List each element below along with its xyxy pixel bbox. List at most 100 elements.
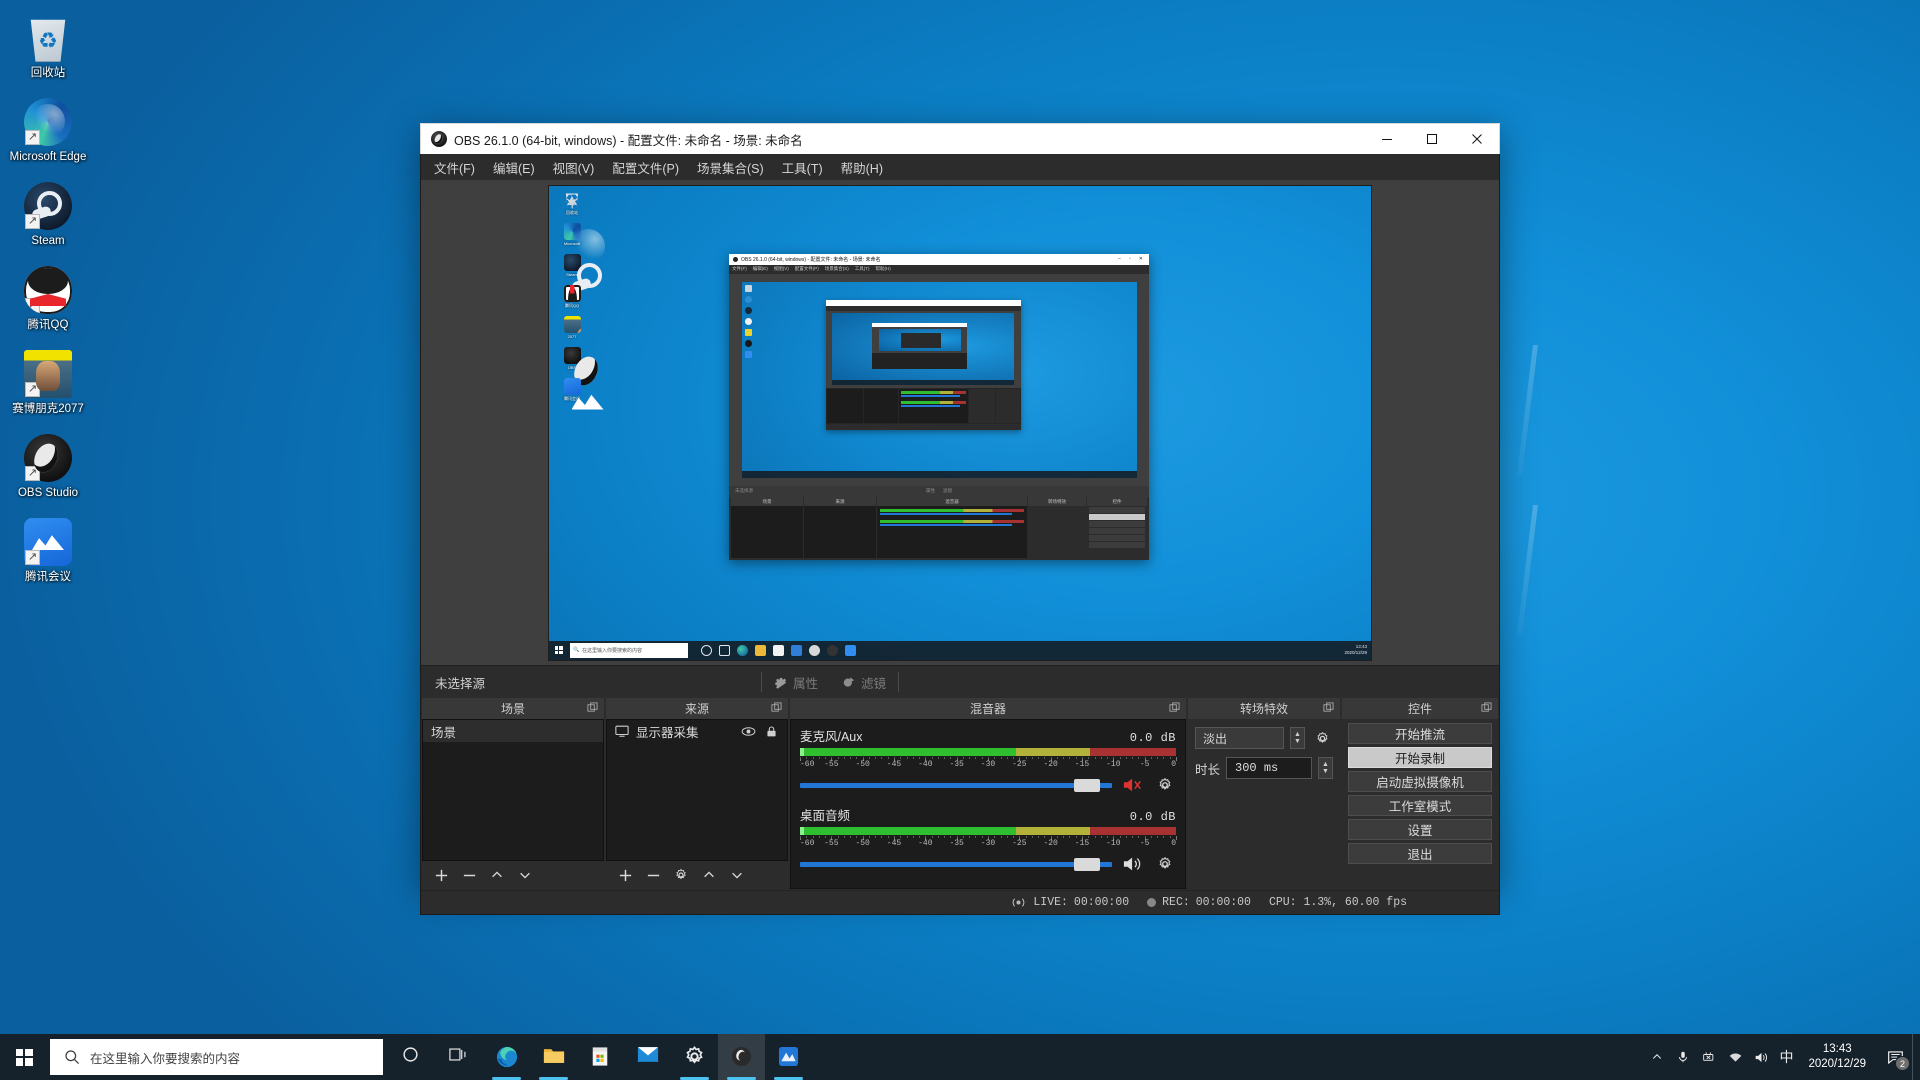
add-scene-button[interactable]: [428, 863, 454, 887]
source-list-item[interactable]: 显示器采集: [607, 720, 787, 742]
wifi-icon[interactable]: [1722, 1034, 1748, 1080]
desktop-icon-recycle-bin[interactable]: 回收站: [0, 8, 96, 80]
volume-slider[interactable]: [800, 776, 1112, 794]
add-source-button[interactable]: [612, 863, 638, 887]
remove-scene-button[interactable]: [456, 863, 482, 887]
taskbar-settings[interactable]: [671, 1034, 718, 1080]
network-disconnected-icon[interactable]: [1696, 1034, 1722, 1080]
speaker-icon[interactable]: [1122, 856, 1144, 872]
remove-source-button[interactable]: [640, 863, 666, 887]
close-button[interactable]: [1454, 124, 1499, 155]
source-visibility-eye-icon[interactable]: [740, 723, 756, 739]
mixer-channel-name: 桌面音频: [800, 809, 851, 823]
source-lock-icon[interactable]: [763, 723, 779, 739]
control-button-0[interactable]: 开始推流: [1348, 723, 1492, 744]
move-scene-up-button[interactable]: [484, 863, 510, 887]
mute-speaker-icon[interactable]: [1122, 777, 1144, 793]
volume-icon[interactable]: [1748, 1034, 1774, 1080]
control-button-4[interactable]: 设置: [1348, 819, 1492, 840]
desktop-icon-label: OBS Studio: [17, 487, 79, 499]
menu-item-0[interactable]: 文件(F): [425, 154, 484, 181]
duration-spinner[interactable]: ▲ ▼: [1318, 757, 1333, 779]
maximize-button[interactable]: [1409, 124, 1454, 155]
shortcut-arrow-icon: ↗: [25, 214, 40, 229]
preview-canvas[interactable]: 回收站 Microsoft Steam 腾讯QQ 2077 OBS 腾讯会议 O…: [548, 184, 1372, 661]
taskbar-pinned-apps: [389, 1034, 812, 1080]
show-desktop-button[interactable]: [1912, 1034, 1920, 1080]
desktop-icon-tencent-meeting[interactable]: ↗ 腾讯会议: [0, 512, 96, 584]
live-timer: 00:00:00: [1073, 896, 1130, 909]
microsoft-edge-icon: [496, 1046, 518, 1068]
show-hidden-icons-chevron[interactable]: [1644, 1034, 1670, 1080]
scenes-list[interactable]: 场景: [422, 719, 604, 861]
minimize-button[interactable]: [1364, 124, 1409, 155]
selected-source-status: 未选择源: [435, 676, 486, 691]
desktop-icon-obs-studio[interactable]: ↗ OBS Studio: [0, 428, 96, 500]
ime-chinese-icon[interactable]: 中: [1774, 1034, 1798, 1080]
taskbar-task-view[interactable]: [436, 1034, 483, 1080]
notification-center-button[interactable]: 2: [1878, 1034, 1912, 1080]
mixer-channel-header: 桌面音频 0.0 dB: [800, 805, 1176, 824]
gear-icon: [676, 868, 686, 880]
desktop-icon-microsoft-edge[interactable]: ↗ Microsoft Edge: [0, 92, 96, 164]
scene-list-item[interactable]: 场景: [423, 720, 603, 742]
mixer-channel: 麦克风/Aux 0.0 dB -60 -55 -50 -45 -40 -35 -30 -25 -20…: [800, 726, 1177, 794]
popout-icon[interactable]: [1169, 702, 1180, 713]
transition-duration-row: 时长 300 ms ▲ ▼: [1195, 757, 1333, 779]
menu-item-5[interactable]: 工具(T): [773, 154, 832, 181]
taskbar-cortana[interactable]: [389, 1034, 436, 1080]
taskbar-clock[interactable]: 13:43 2020/12/29: [1800, 1034, 1878, 1080]
mixer-channel-header: 麦克风/Aux 0.0 dB: [800, 726, 1176, 745]
menu-item-6[interactable]: 帮助(H): [832, 154, 892, 181]
nested2-taskbar: [741, 470, 1137, 478]
transition-select[interactable]: 淡出: [1195, 727, 1284, 749]
transition-properties-gear-icon[interactable]: [1311, 727, 1333, 749]
popout-icon[interactable]: [771, 702, 782, 713]
meter-peak-indicator: [800, 827, 804, 835]
popout-icon[interactable]: [587, 702, 598, 713]
popout-icon[interactable]: [1323, 702, 1334, 713]
menu-item-1[interactable]: 编辑(E): [484, 154, 544, 181]
menu-item-4[interactable]: 场景集合(S): [688, 154, 773, 181]
taskbar-microsoft-edge[interactable]: [483, 1034, 530, 1080]
mixer-level-meter: [800, 827, 1176, 835]
menu-item-3[interactable]: 配置文件(P): [603, 154, 688, 181]
control-button-1[interactable]: 开始录制: [1348, 747, 1492, 768]
popout-icon[interactable]: [1481, 702, 1492, 713]
obs-app-icon: [431, 131, 447, 147]
nested-title-bar: OBS 26.1.0 (64-bit, windows) - 配置文件: 未命名…: [729, 253, 1149, 265]
obs-title-bar[interactable]: OBS 26.1.0 (64-bit, windows) - 配置文件: 未命名…: [420, 123, 1500, 154]
control-button-5[interactable]: 退出: [1348, 843, 1492, 864]
menu-item-2[interactable]: 视图(V): [544, 154, 604, 181]
transition-select-spinner[interactable]: ▲ ▼: [1290, 727, 1305, 749]
taskbar-obs-studio[interactable]: [718, 1034, 765, 1080]
control-button-3[interactable]: 工作室模式: [1348, 795, 1492, 816]
desktop-icon-cyberpunk-2077[interactable]: ↗ 赛博朋克2077: [0, 344, 96, 416]
taskbar-mail[interactable]: [624, 1034, 671, 1080]
control-button-2[interactable]: 启动虚拟摄像机: [1348, 771, 1492, 792]
preview-taskbar: 在这里输入你要搜索的内容 13:43 2020/12: [549, 640, 1371, 660]
source-properties-button[interactable]: [668, 863, 694, 887]
volume-slider[interactable]: [800, 855, 1112, 873]
move-source-down-button[interactable]: [724, 863, 750, 887]
taskbar-search-box[interactable]: 在这里输入你要搜索的内容: [50, 1039, 383, 1075]
taskbar-tencent-meeting[interactable]: [765, 1034, 812, 1080]
filters-button[interactable]: 滤镜: [830, 669, 898, 696]
taskbar-file-explorer[interactable]: [530, 1034, 577, 1080]
desktop-icon-tencent-qq[interactable]: ↗ 腾讯QQ: [0, 260, 96, 332]
start-button[interactable]: [0, 1034, 48, 1080]
properties-button[interactable]: 属性: [762, 669, 830, 696]
move-source-up-button[interactable]: [696, 863, 722, 887]
cyberpunk-2077-icon: ↗: [24, 350, 72, 398]
move-scene-down-button[interactable]: [512, 863, 538, 887]
mixer-advanced-gear-icon[interactable]: [1154, 856, 1176, 872]
mixer-advanced-gear-icon[interactable]: [1154, 777, 1176, 793]
desktop-icon-label: 赛博朋克2077: [12, 403, 84, 415]
duration-input[interactable]: 300 ms: [1226, 757, 1312, 779]
microphone-icon[interactable]: [1670, 1034, 1696, 1080]
desktop-icon-steam[interactable]: ↗ Steam: [0, 176, 96, 248]
shortcut-arrow-icon: ↗: [25, 466, 40, 481]
taskbar-microsoft-store[interactable]: [577, 1034, 624, 1080]
controls-dock-title: 控件: [1342, 698, 1498, 719]
sources-list[interactable]: 显示器采集: [606, 719, 788, 861]
